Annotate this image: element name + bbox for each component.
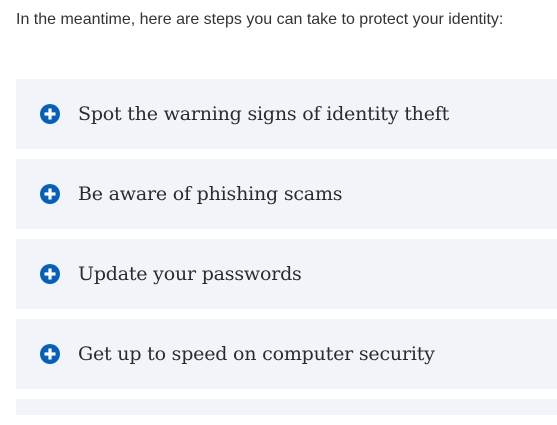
identity-steps-accordion: Spot the warning signs of identity theft… — [16, 79, 557, 425]
accordion-item-phishing-scams[interactable]: Be aware of phishing scams — [16, 159, 557, 229]
plus-circle-icon — [40, 104, 60, 124]
plus-circle-icon — [40, 184, 60, 204]
accordion-item-label: Get up to speed on computer security — [78, 343, 435, 365]
accordion-item-label: Spot the warning signs of identity theft — [78, 103, 450, 125]
accordion-item-update-passwords[interactable]: Update your passwords — [16, 239, 557, 309]
accordion-item-partial[interactable] — [16, 399, 557, 415]
accordion-item-label: Update your passwords — [78, 263, 302, 285]
accordion-item-computer-security[interactable]: Get up to speed on computer security — [16, 319, 557, 389]
plus-circle-icon — [40, 264, 60, 284]
accordion-item-warning-signs[interactable]: Spot the warning signs of identity theft — [16, 79, 557, 149]
accordion-item-label: Be aware of phishing scams — [78, 183, 343, 205]
intro-text: In the meantime, here are steps you can … — [16, 11, 504, 28]
plus-circle-icon — [40, 344, 60, 364]
